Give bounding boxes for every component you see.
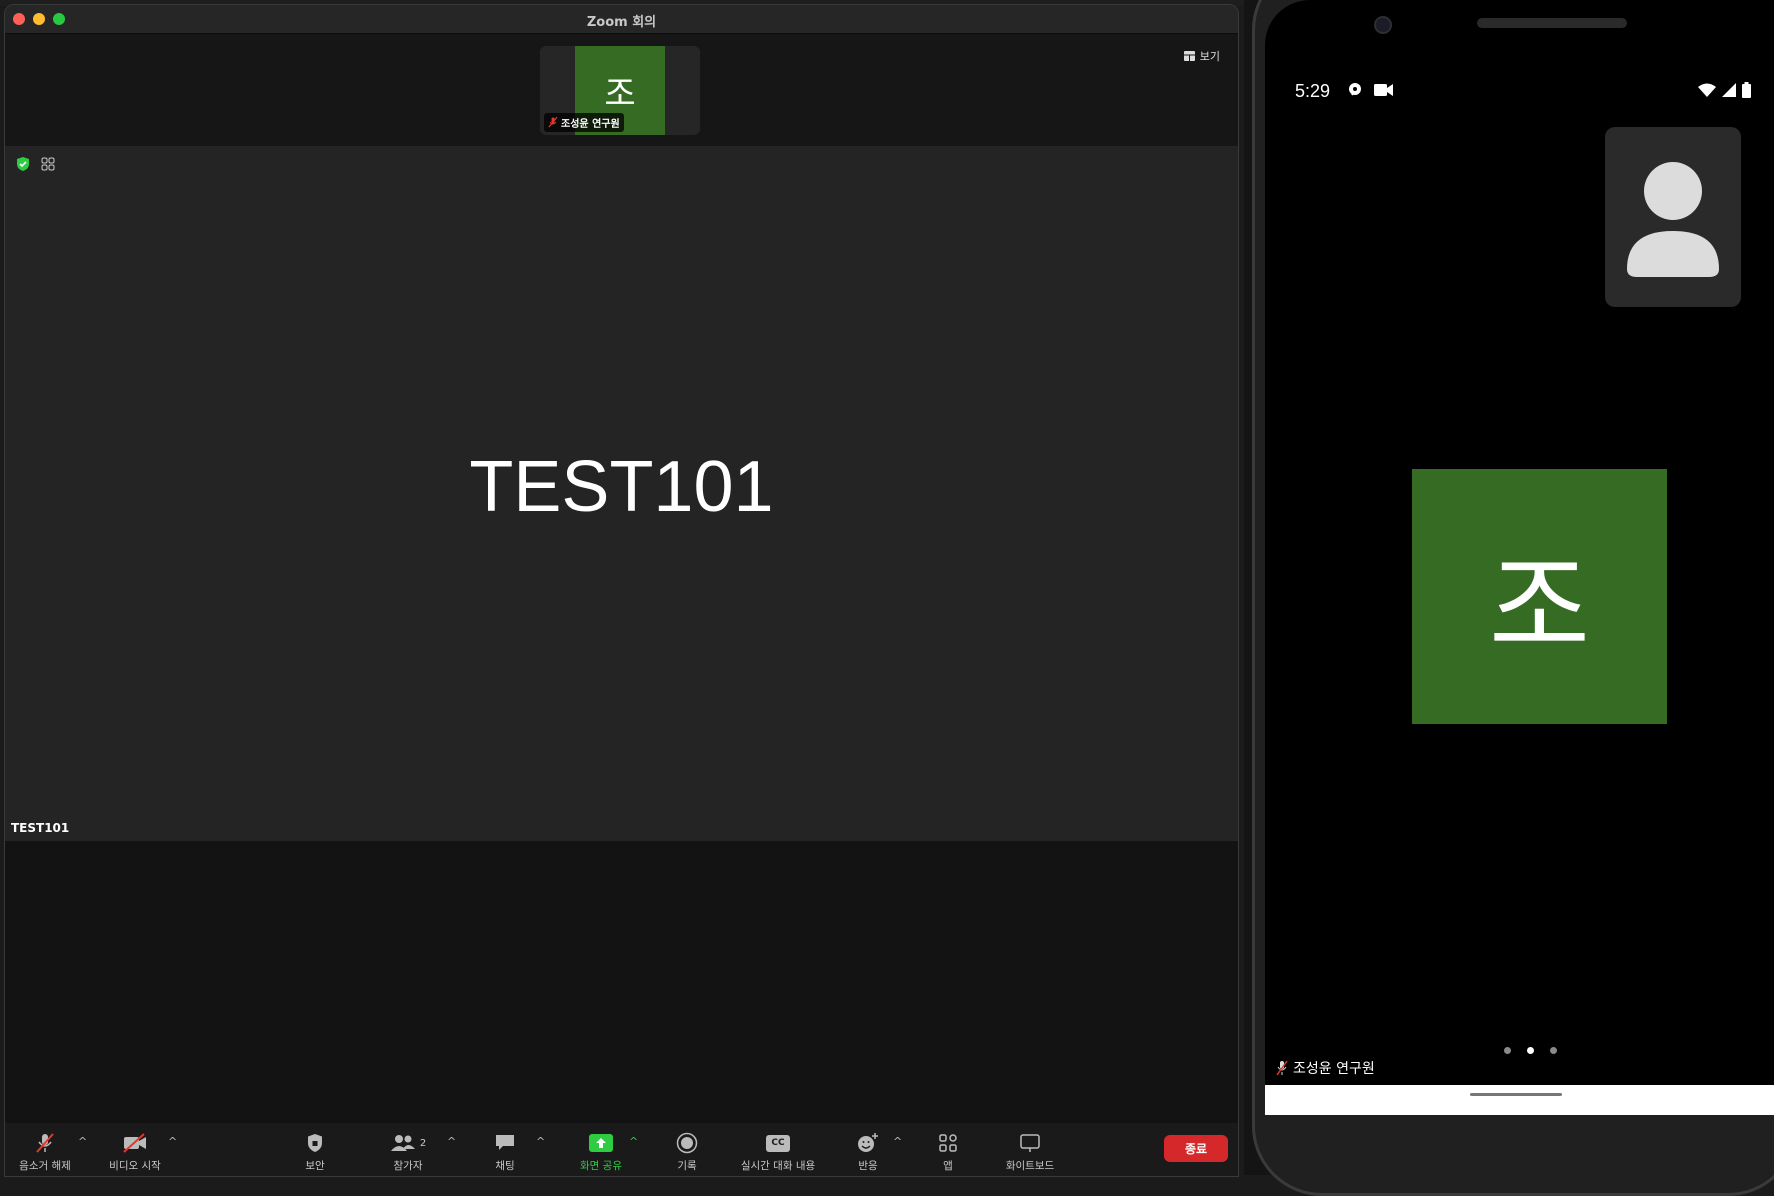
participants-options-chevron-icon[interactable]: ^ [447,1135,456,1148]
status-icons-right [1698,82,1751,98]
main-video-area: TEST101 TEST101 [5,146,1238,841]
record-label: 기록 [677,1160,697,1172]
gallery-grid-icon[interactable] [41,157,55,171]
emoji-add-icon [858,1133,878,1152]
chat-label: 채팅 [495,1160,515,1172]
zoom-meeting-window: Zoom 회의 조 조성윤 연구원 보기 TEST101 TEST101 음소거… [4,4,1239,1177]
share-options-chevron-icon[interactable]: ^ [629,1135,638,1148]
chat-bubble-icon [496,1135,514,1150]
reactions-options-chevron-icon[interactable]: ^ [893,1135,902,1148]
record-button[interactable]: 기록 [667,1131,707,1173]
view-grid-icon [1183,51,1195,61]
audio-options-chevron-icon[interactable]: ^ [78,1135,87,1148]
captions-button[interactable]: CC 실시간 대화 내용 [733,1131,823,1173]
bottom-sheet[interactable] [1265,1085,1774,1115]
participant-thumbnail[interactable]: 조 조성윤 연구원 [540,46,700,135]
hangouts-chat-icon [1349,83,1361,96]
security-button[interactable]: 보안 [295,1131,335,1173]
video-options-chevron-icon[interactable]: ^ [168,1135,177,1148]
record-icon [676,1132,698,1154]
mic-muted-icon [1276,1060,1288,1076]
whiteboard-button[interactable]: 화이트보드 [995,1131,1065,1173]
active-speaker-name: TEST101 [469,447,774,527]
reactions-button[interactable]: 반응 [850,1131,886,1173]
cell-signal-icon [1722,83,1736,97]
share-screen-button[interactable]: 화면 공유 [571,1131,631,1173]
unmute-label: 음소거 해제 [19,1160,71,1172]
participants-button[interactable]: 2 참가자 [385,1131,431,1173]
thumbnail-name: 조성윤 연구원 [561,119,620,130]
cc-icon-text: CC [771,1138,785,1148]
share-screen-icon [589,1134,613,1152]
apps-button[interactable]: 앱 [930,1131,966,1173]
user-placeholder-icon [1627,162,1719,277]
active-speaker-label: TEST101 [11,821,70,835]
front-camera [1374,16,1392,34]
participant-avatar: 조 [1412,469,1667,724]
sheet-drag-handle[interactable] [1470,1093,1562,1096]
page-dot-active[interactable] [1526,1047,1534,1054]
whiteboard-label: 화이트보드 [1005,1160,1055,1172]
chat-button[interactable]: 채팅 [485,1131,525,1173]
android-phone: 5:29 조 조성윤 연구원 [1244,0,1774,1196]
window-title: Zoom 회의 [586,15,657,30]
mic-muted-icon [36,1133,54,1153]
battery-icon [1742,82,1751,98]
thumbnail-name-tag: 조성윤 연구원 [544,113,624,132]
page-dot[interactable] [1503,1047,1511,1054]
start-video-button[interactable]: 비디오 시작 [100,1131,170,1173]
phone-screen: 5:29 조 조성윤 연구원 [1265,0,1774,1115]
shield-icon [308,1134,322,1152]
page-indicator [1265,1047,1774,1054]
meeting-toolbar: 음소거 해제 ^ 비디오 시작 ^ 보안 2 참가자 ^ 채팅 ^ 화면 공유 … [5,1123,1238,1176]
view-button[interactable]: 보기 [1183,48,1220,64]
closed-captions-icon: CC [766,1134,790,1152]
unmute-button[interactable]: 음소거 해제 [15,1131,75,1173]
page-dot[interactable] [1549,1047,1557,1054]
wifi-icon [1698,83,1716,97]
whiteboard-icon [1020,1134,1040,1152]
end-meeting-button[interactable]: 종료 [1164,1135,1228,1162]
chat-options-chevron-icon[interactable]: ^ [536,1135,545,1148]
security-label: 보안 [305,1160,325,1172]
participant-strip: 조 조성윤 연구원 보기 [5,34,1238,146]
participants-count: 2 [419,1137,427,1149]
video-camera-icon [1374,84,1393,96]
participant-name: 조성윤 연구원 [1293,1061,1375,1077]
participants-label: 참가자 [393,1160,423,1172]
encryption-shield-icon[interactable] [15,156,31,172]
video-off-icon [123,1133,146,1153]
earpiece-speaker [1477,18,1627,28]
status-icons-left [1348,82,1394,98]
captions-label: 실시간 대화 내용 [740,1160,816,1172]
apps-icon [939,1134,957,1152]
apps-label: 앱 [943,1160,953,1172]
participant-name-tag: 조성윤 연구원 [1275,1058,1375,1078]
title-bar: Zoom 회의 [5,5,1238,34]
status-time: 5:29 [1295,81,1331,101]
participants-icon [390,1135,415,1151]
mic-muted-icon [548,117,558,128]
view-label: 보기 [1199,50,1220,63]
self-view-tile[interactable] [1605,127,1741,307]
start-video-label: 비디오 시작 [109,1160,161,1172]
reactions-label: 반응 [858,1160,878,1172]
share-screen-label: 화면 공유 [580,1160,622,1172]
